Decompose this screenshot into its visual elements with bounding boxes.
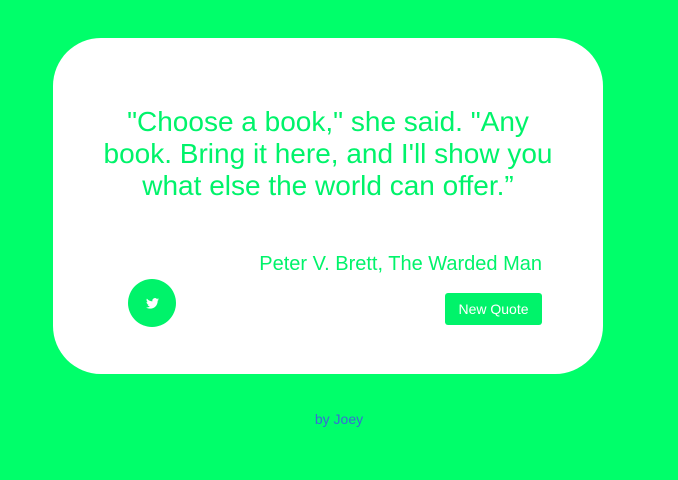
quote-author: Peter V. Brett, The Warded Man [259,253,542,275]
author-credit-link[interactable]: by Joey [315,411,363,427]
tweet-quote-button[interactable] [128,279,176,327]
quote-box: "Choose a book," she said. "Any book. Br… [53,38,603,374]
twitter-icon [145,297,159,309]
footer: by Joey [0,411,678,429]
quote-text: "Choose a book," she said. "Any book. Br… [103,106,553,201]
new-quote-button[interactable]: New Quote [445,293,542,325]
